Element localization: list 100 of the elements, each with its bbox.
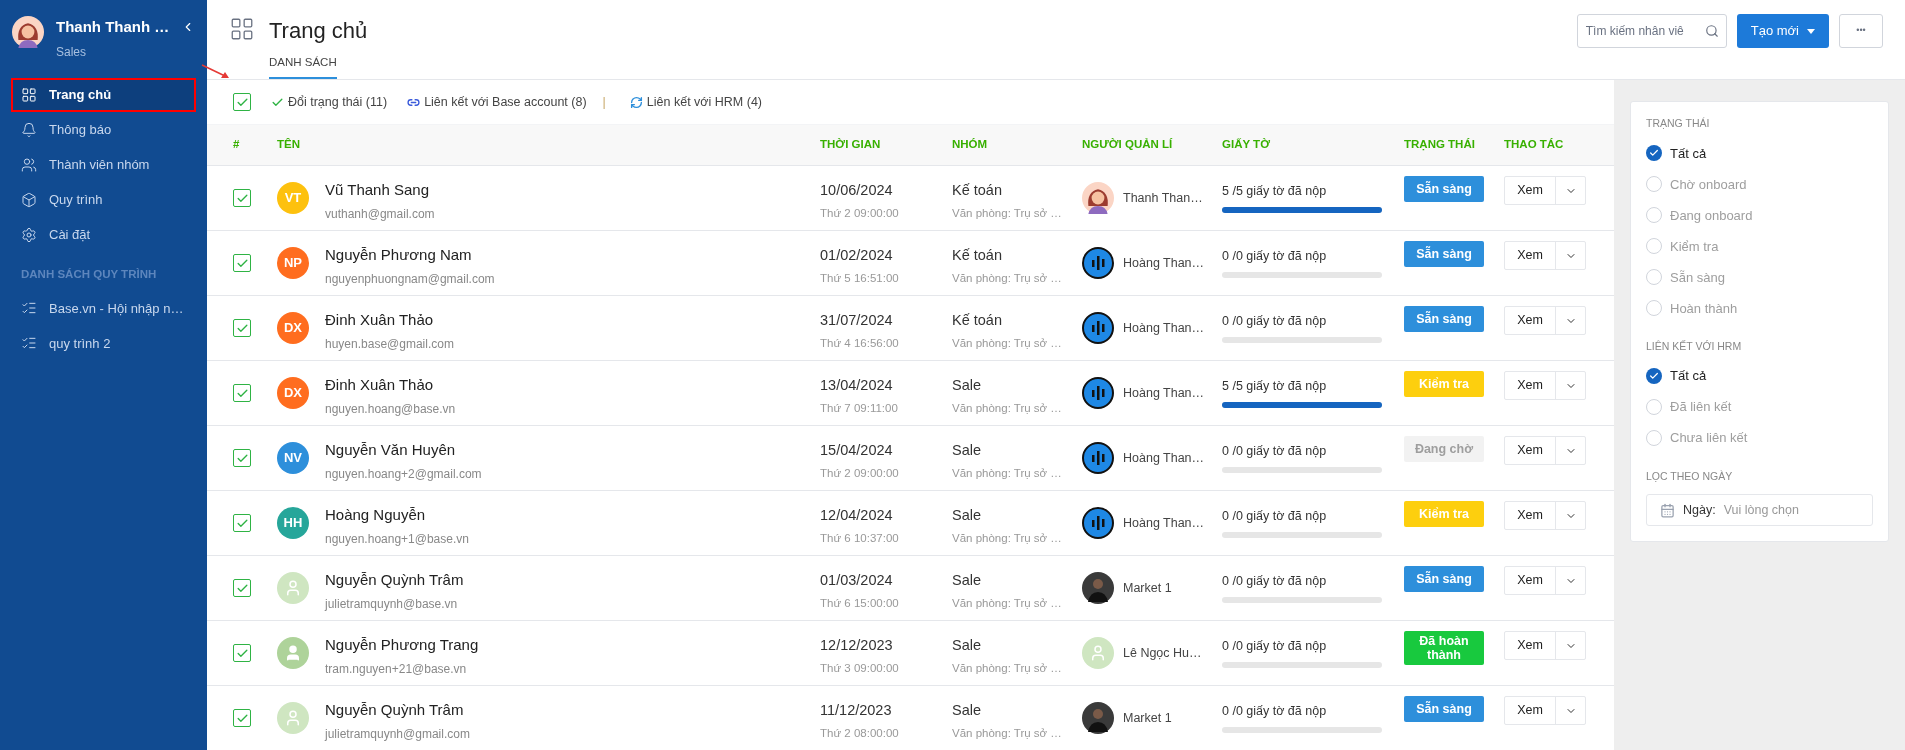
documents-text: 5 /5 giấy tờ đã nộp [1222, 378, 1328, 395]
column-header: GIẤY TỜ [1222, 137, 1271, 153]
toolbar-action[interactable]: Liên kết với HRM (4) [629, 92, 762, 112]
time-text: Thứ 6 15:00:00 [820, 595, 900, 611]
employee-name: Nguyễn Phương Trang [325, 635, 479, 655]
checkbox[interactable] [233, 644, 251, 662]
employee-email: julietramquynh@base.vn [325, 595, 459, 613]
date-text: 11/12/2023 [820, 701, 893, 720]
search-field[interactable]: Tìm kiếm nhân viê [1576, 14, 1727, 48]
office-text: Văn phòng: Trụ sở … [952, 400, 1063, 416]
time-text: Thứ 2 09:00:00 [820, 465, 900, 481]
date-text: 12/04/2024 [820, 506, 894, 525]
user-avatar-drawing [12, 16, 44, 48]
check-icon [1649, 371, 1659, 381]
status-badge: Đang chờ [1404, 436, 1484, 462]
status-badge: Sẵn sàng [1404, 176, 1484, 202]
office-text: Văn phòng: Trụ sở … [952, 725, 1063, 741]
logo-avatar-icon [1082, 507, 1114, 539]
checkbox[interactable] [233, 93, 251, 111]
office-text: Văn phòng: Trụ sở … [952, 270, 1063, 286]
create-button[interactable]: Tạo mới [1736, 14, 1829, 48]
group-text: Sale [952, 636, 983, 655]
sidebar-item[interactable]: Trang chủ [13, 80, 194, 110]
manager-name: Hoàng Than… [1123, 254, 1205, 272]
status-badge: Sẵn sàng [1404, 306, 1484, 332]
status-badge: Sẵn sàng [1404, 566, 1484, 592]
radio-button[interactable] [1646, 368, 1662, 384]
workflow-item[interactable]: Base.vn - Hội nhập n… [13, 293, 194, 324]
checkbox[interactable] [233, 579, 251, 597]
employee-name: Nguyễn Văn Huyên [325, 440, 457, 460]
documents-text: 0 /0 giấy tờ đã nộp [1222, 573, 1328, 590]
employee-name: Nguyễn Quỳnh Trâm [325, 570, 464, 590]
radio-label: Hoàn thành [1670, 299, 1738, 318]
radio-label: Tất cả [1670, 144, 1707, 163]
cartoon-avatar-icon [1082, 182, 1114, 214]
manager-name: Hoàng Than… [1123, 384, 1205, 402]
initials-avatar: DX [277, 377, 309, 409]
sidebar-item[interactable]: Cài đặt [13, 220, 194, 250]
group-text: Sale [952, 376, 983, 395]
checkbox[interactable] [233, 384, 251, 402]
sidebar-item[interactable]: Quy trình [13, 185, 194, 215]
radio-button[interactable] [1646, 145, 1662, 162]
manager-name: Thanh Than… [1123, 189, 1203, 207]
column-header: NGƯỜI QUẢN LÍ [1082, 137, 1174, 153]
checkbox[interactable] [233, 449, 251, 467]
time-text: Thứ 2 08:00:00 [820, 725, 900, 741]
more-button[interactable]: ••• [1839, 14, 1883, 48]
checkbox[interactable] [233, 189, 251, 207]
date-text: 15/04/2024 [820, 441, 894, 460]
logo-avatar-icon [1082, 442, 1114, 474]
manager-name: Hoàng Than… [1123, 514, 1205, 532]
cube-icon [21, 192, 37, 208]
time-text: Thứ 2 09:00:00 [820, 205, 900, 221]
checkbox[interactable] [233, 514, 251, 532]
user-role: Sales [56, 43, 88, 61]
initials-avatar: DX [277, 312, 309, 344]
office-text: Văn phòng: Trụ sở … [952, 465, 1063, 481]
sidebar-item[interactable]: Thành viên nhóm [13, 150, 194, 180]
radio-label: Đã liên kết [1670, 398, 1732, 417]
sidebar-item[interactable]: Thông báo [13, 115, 194, 145]
logo-avatar-icon [1082, 247, 1114, 279]
manager-name: Market 1 [1123, 709, 1172, 727]
manager-name: Lê Ngọc Hu… [1123, 644, 1202, 662]
column-header: TRẠNG THÁI [1404, 137, 1476, 153]
employee-email: julietramquynh@gmail.com [325, 725, 470, 743]
status-badge: Sẵn sàng [1404, 696, 1484, 722]
documents-text: 0 /0 giấy tờ đã nộp [1222, 313, 1328, 330]
workflow-item[interactable]: quy trình 2 [13, 328, 194, 359]
column-header: THỜI GIAN [820, 137, 882, 153]
logo-avatar-icon [1082, 377, 1114, 409]
person-icon [284, 644, 302, 662]
grid-icon [229, 16, 255, 42]
person-avatar-icon [1082, 572, 1114, 604]
toolbar-action[interactable]: Đổi trạng thái (11) [271, 92, 388, 112]
office-text: Văn phòng: Trụ sở … [952, 205, 1063, 221]
filter-title: LIÊN KẾT VỚI HRM [1646, 338, 1743, 354]
time-text: Thứ 3 09:00:00 [820, 660, 900, 676]
employee-email: nguyenphuongnam@gmail.com [325, 270, 495, 288]
date-text: 31/07/2024 [820, 311, 894, 330]
employee-name: Vũ Thanh Sang [325, 180, 430, 200]
tab[interactable]: DANH SÁCH [269, 53, 337, 79]
documents-text: 0 /0 giấy tờ đã nộp [1222, 508, 1328, 525]
person-avatar-icon [1082, 702, 1114, 734]
date-placeholder: Vui lòng chọn [1723, 501, 1799, 519]
settings-icon [21, 227, 37, 243]
toolbar-action[interactable]: Liên kết với Base account (8) [407, 92, 587, 112]
search-icon [1704, 24, 1719, 38]
documents-text: 0 /0 giấy tờ đã nộp [1222, 248, 1328, 265]
checkbox[interactable] [233, 254, 251, 272]
checkbox[interactable] [233, 319, 251, 337]
status-badge: Kiểm tra [1404, 501, 1484, 527]
manager-name: Hoàng Than… [1123, 449, 1205, 467]
date-field[interactable]: Ngày: Vui lòng chọn [1646, 494, 1873, 527]
time-text: Thứ 4 16:56:00 [820, 335, 900, 351]
employee-email: nguyen.hoang+1@base.vn [325, 530, 469, 548]
documents-text: 0 /0 giấy tờ đã nộp [1222, 638, 1328, 655]
employee-name: Nguyễn Phương Nam [325, 245, 473, 265]
documents-text: 0 /0 giấy tờ đã nộp [1222, 443, 1328, 460]
documents-text: 5 /5 giấy tờ đã nộp [1222, 183, 1328, 200]
checkbox[interactable] [233, 709, 251, 727]
